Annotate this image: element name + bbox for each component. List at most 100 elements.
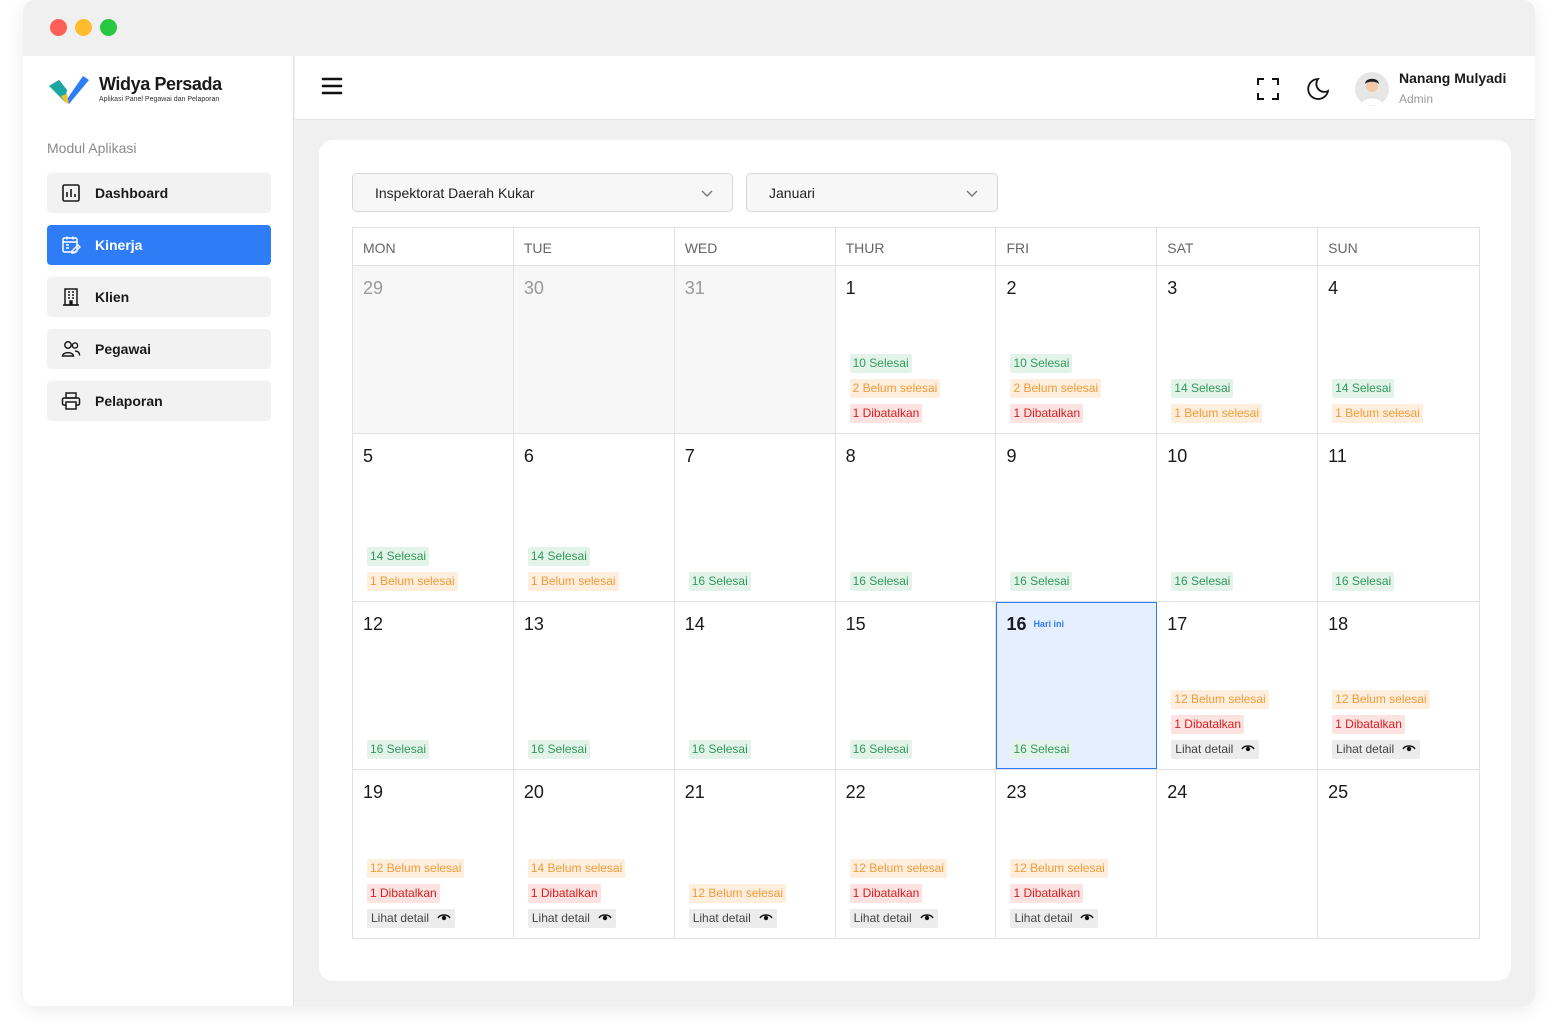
status-badge-selesai: 10 Selesai [1010, 354, 1073, 373]
calendar-day[interactable]: 5 14 Selesai 1 Belum selesai [353, 434, 514, 601]
calendar-day[interactable]: 4 14 Selesai 1 Belum selesai [1318, 266, 1479, 433]
calendar-day[interactable]: 22 12 Belum selesai 1 Dibatalkan Lihat deta… [836, 770, 997, 938]
view-detail-button[interactable]: Lihat detail [688, 909, 777, 928]
day-number: 10 [1167, 446, 1188, 466]
sidebar-item-label: Dashboard [95, 185, 169, 201]
day-number: 2 [1006, 278, 1017, 298]
status-badges: 16 Selesai [1171, 572, 1234, 591]
weekday-header: SAT [1157, 228, 1319, 265]
calendar-day[interactable]: 7 16 Selesai [675, 434, 836, 601]
status-badge-belum: 2 Belum selesai [1010, 379, 1102, 398]
status-badge-selesai: 16 Selesai [527, 740, 590, 759]
maximize-window-button[interactable] [100, 19, 117, 36]
badge-label: 14 Belum selesai [530, 861, 623, 875]
organization-select[interactable]: Inspektorat Daerah Kukar [352, 173, 733, 212]
calendar-day-today[interactable]: 16 Hari ini 16 Selesai [996, 602, 1158, 769]
eye-icon [1080, 911, 1095, 926]
calendar-day[interactable]: 18 12 Belum selesai 1 Dibatalkan Lihat deta… [1318, 602, 1479, 769]
weekday-header: WED [675, 228, 836, 265]
app-window: Widya Persada Aplikasi Panel Pegawai dan… [23, 0, 1535, 1006]
status-badge-belum: 12 Belum selesai [1332, 690, 1430, 709]
view-detail-button[interactable]: Lihat detail [367, 909, 456, 928]
sidebar-item-dashboard[interactable]: Dashboard [47, 173, 271, 213]
month-select[interactable]: Januari [746, 173, 998, 212]
status-badge-dibatalkan: 1 Dibatalkan [1010, 884, 1084, 903]
eye-icon [598, 911, 612, 926]
calendar-day[interactable]: 15 16 Selesai [836, 602, 997, 769]
calendar-day[interactable]: 14 16 Selesai [675, 602, 836, 769]
badge-label: 12 Belum selesai [1174, 692, 1266, 706]
badge-label: 16 Selesai [852, 742, 909, 756]
calendar-day[interactable]: 29 [353, 266, 514, 433]
calendar-day[interactable]: 8 16 Selesai [836, 434, 997, 601]
calendar-day[interactable]: 13 16 Selesai [514, 602, 675, 769]
sidebar-item-pelaporan[interactable]: Pelaporan [47, 381, 271, 421]
day-number: 6 [523, 446, 534, 466]
moon-icon[interactable] [1305, 76, 1331, 102]
view-detail-button[interactable]: Lihat detail [849, 909, 938, 928]
badge-label: Lihat detail [1336, 742, 1395, 756]
eye-icon [759, 911, 773, 926]
status-badge-dibatalkan: 1 Dibatalkan [1010, 404, 1084, 423]
calendar-day[interactable]: 25 [1318, 770, 1479, 938]
view-detail-button[interactable]: Lihat detail [1332, 740, 1421, 759]
calendar-day[interactable]: 1 10 Selesai 2 Belum selesai 1 Dibatalkan [836, 266, 997, 433]
calendar-day[interactable]: 12 16 Selesai [353, 602, 514, 769]
calendar-day[interactable]: 23 12 Belum selesai 1 Dibatalkan Lihat deta… [996, 770, 1158, 938]
day-number: 8 [845, 446, 856, 466]
badge-label: 1 Belum selesai [530, 574, 616, 588]
calendar-day[interactable]: 3 14 Selesai 1 Belum selesai [1157, 266, 1319, 433]
status-badge-belum: 1 Belum selesai [1171, 404, 1263, 423]
badge-label: Lihat detail [371, 911, 430, 925]
badge-label: 16 Selesai [530, 742, 587, 756]
day-number: 29 [363, 278, 384, 298]
status-badges: 12 Belum selesai 1 Dibatalkan Lihat detail [849, 859, 947, 928]
calendar-day[interactable]: 31 [674, 266, 836, 433]
badge-label: 1 Dibatalkan [1335, 717, 1402, 731]
badge-label: 1 Dibatalkan [370, 886, 437, 900]
day-number: 3 [1167, 278, 1178, 298]
sidebar-item-kinerja[interactable]: Kinerja [47, 225, 271, 265]
badge-label: 1 Belum selesai [1335, 406, 1420, 420]
calendar-day[interactable]: 19 12 Belum selesai 1 Dibatalkan Lihat deta… [353, 770, 514, 938]
status-badge-belum: 12 Belum selesai [688, 884, 787, 903]
day-number: 5 [363, 446, 374, 466]
badge-label: 1 Dibatalkan [1013, 406, 1081, 420]
calendar-day[interactable]: 11 16 Selesai [1318, 434, 1479, 601]
status-badges: 16 Selesai [688, 572, 751, 591]
chevron-down-icon [965, 186, 979, 203]
sidebar-item-klien[interactable]: Klien [47, 277, 271, 317]
user-name[interactable]: Nanang Mulyadi [1399, 70, 1506, 86]
eye-icon [1241, 742, 1255, 757]
calendar-day[interactable]: 30 [513, 266, 675, 433]
day-number: 12 [363, 614, 384, 634]
calendar-day[interactable]: 10 16 Selesai [1157, 434, 1319, 601]
fullscreen-icon[interactable] [1255, 76, 1281, 102]
eye-icon [437, 911, 451, 926]
badge-label: 16 Selesai [852, 574, 909, 588]
badge-label: 1 Dibatalkan [530, 886, 598, 900]
badge-label: Lihat detail [692, 911, 751, 925]
sidebar-item-pegawai[interactable]: Pegawai [47, 329, 271, 369]
view-detail-button[interactable]: Lihat detail [1171, 740, 1260, 759]
status-badge-dibatalkan: 1 Dibatalkan [849, 404, 923, 423]
view-detail-button[interactable]: Lihat detail [1010, 909, 1099, 928]
calendar-day[interactable]: 6 14 Selesai 1 Belum selesai [514, 434, 675, 601]
weekday-header: SUN [1328, 240, 1358, 256]
status-badges: 14 Belum selesai 1 Dibatalkan Lihat detail [527, 859, 626, 928]
minimize-window-button[interactable] [75, 19, 92, 36]
day-number: 22 [845, 782, 866, 802]
calendar-day[interactable]: 21 12 Belum selesai Lihat detail [675, 770, 836, 938]
brand-logo[interactable]: Widya Persada Aplikasi Panel Pegawai dan… [47, 72, 277, 108]
calendar-day[interactable]: 2 10 Selesai 2 Belum selesai 1 Dibatalkan [996, 266, 1158, 433]
calendar-day[interactable]: 9 16 Selesai [996, 434, 1158, 601]
view-detail-button[interactable]: Lihat detail [527, 909, 616, 928]
calendar-day[interactable]: 17 12 Belum selesai 1 Dibatalkan Lihat deta… [1157, 602, 1319, 769]
calendar-day[interactable]: 24 [1157, 770, 1319, 938]
menu-icon[interactable] [321, 76, 343, 96]
calendar-day[interactable]: 20 14 Belum selesai 1 Dibatalkan Lihat deta… [514, 770, 675, 938]
weekday-header: FRI [996, 228, 1158, 265]
avatar[interactable] [1355, 72, 1389, 106]
close-window-button[interactable] [50, 19, 67, 36]
day-number: 18 [1328, 614, 1349, 634]
